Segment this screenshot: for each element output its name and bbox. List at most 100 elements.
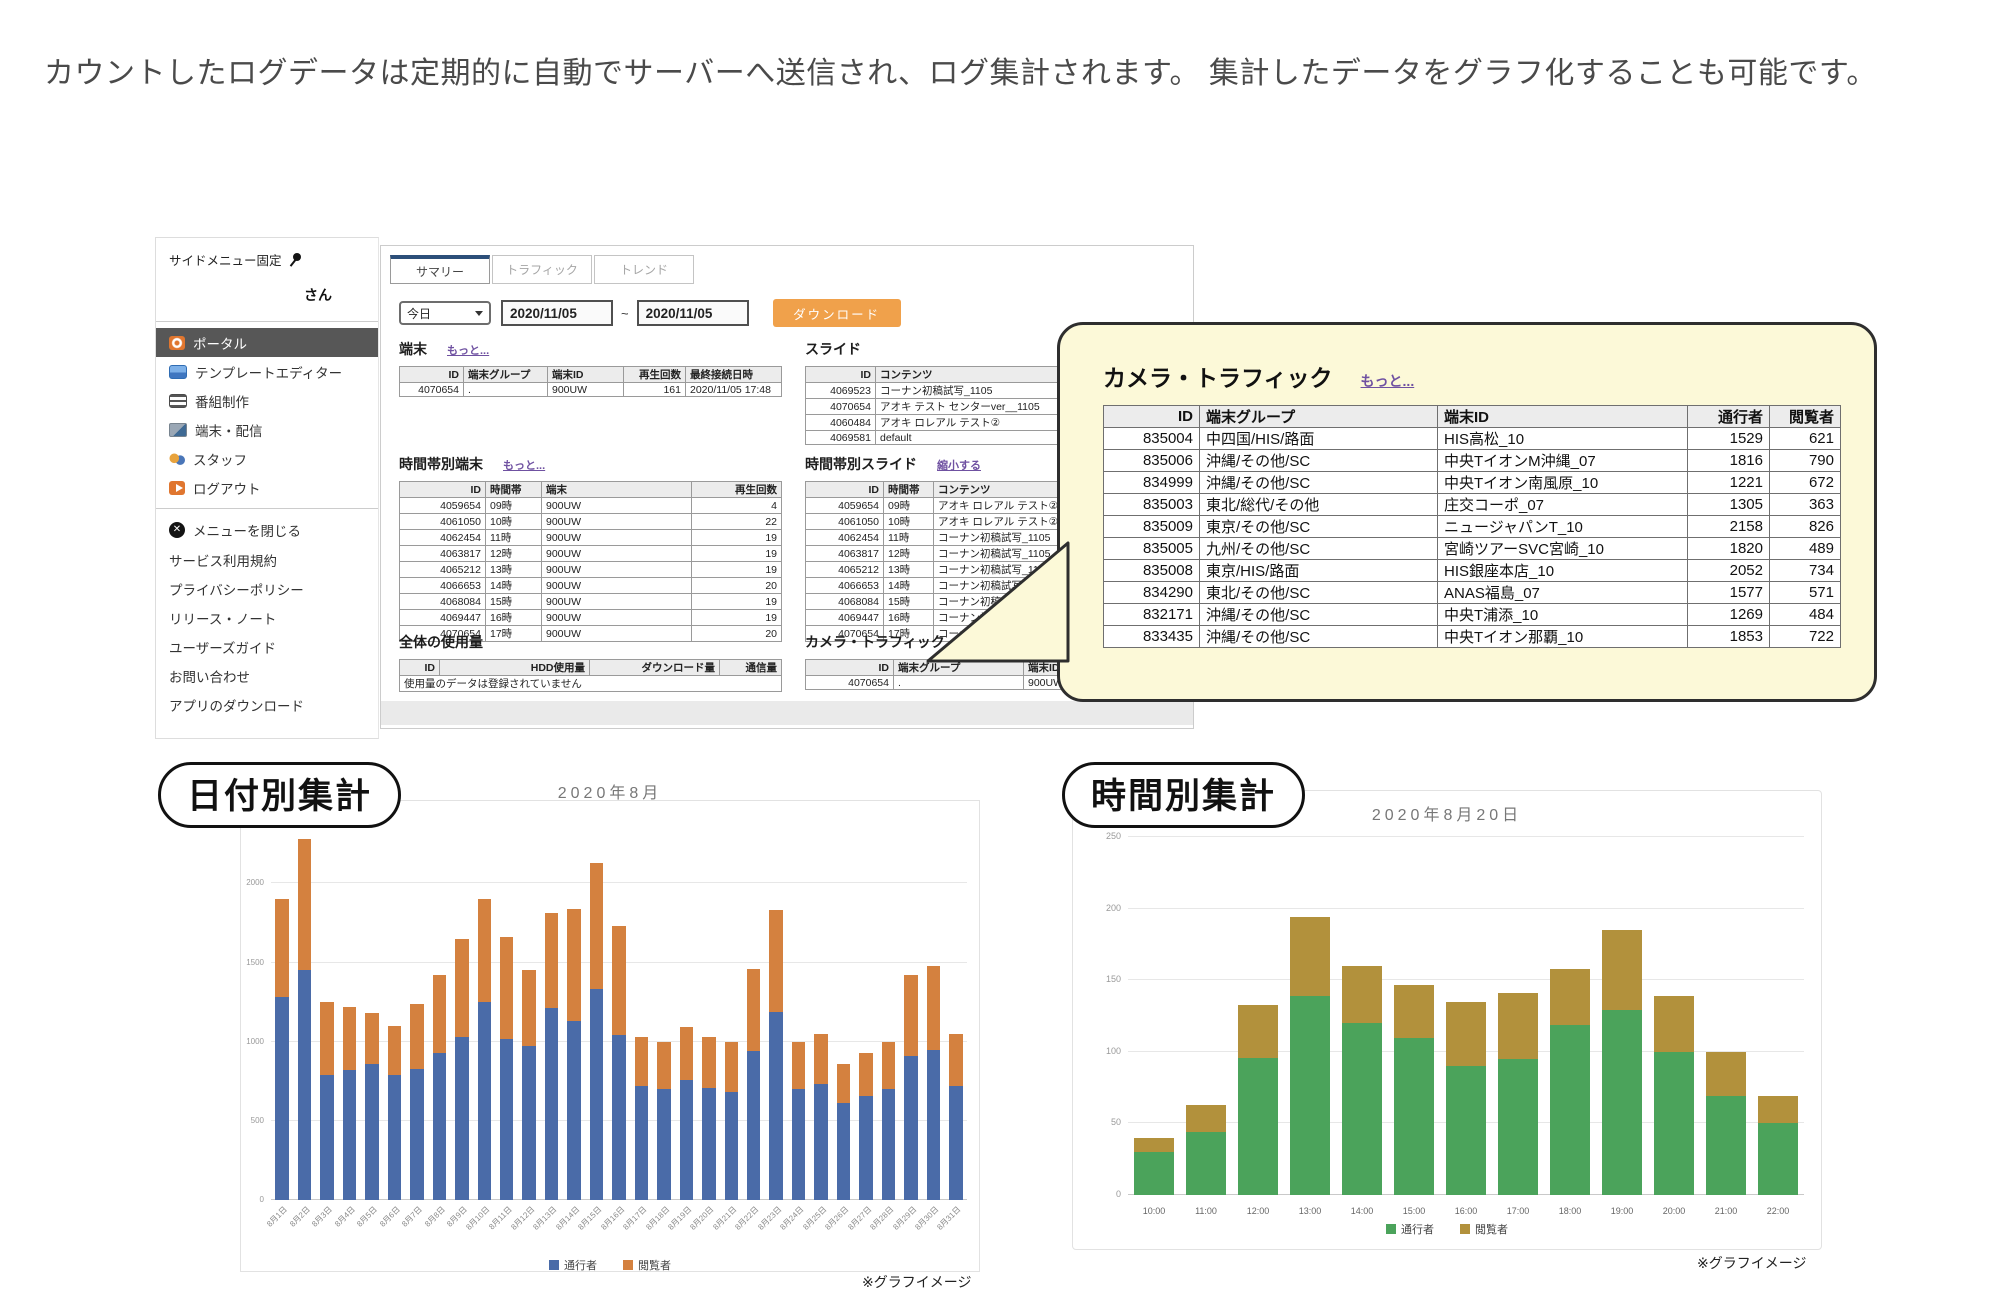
sidebar-footer-links: サービス利用規約プライバシーポリシーリリース・ノートユーザーズガイドお問い合わせ… bbox=[156, 545, 378, 719]
y-tick-label: 150 bbox=[1106, 974, 1121, 984]
bar-slot bbox=[473, 820, 495, 1200]
table-cell: 沖縄/その他/SC bbox=[1200, 472, 1438, 494]
sidebar-item-portal[interactable]: ポータル bbox=[156, 328, 378, 357]
more-link[interactable]: もっと... bbox=[447, 342, 489, 358]
bar-slot bbox=[496, 820, 518, 1200]
y-tick-label: 2000 bbox=[246, 878, 264, 887]
hourly-chart: 2020年8月20日 050100150200250 10:0011:0012:… bbox=[1072, 790, 1822, 1250]
bar-segment-閲覧者 bbox=[500, 937, 513, 1038]
table-cell: 沖縄/その他/SC bbox=[1200, 604, 1438, 626]
legend-swatch bbox=[1460, 1224, 1470, 1234]
table-row: 835006沖縄/その他/SC中央TイオンM沖縄_071816790 bbox=[1104, 450, 1841, 472]
legend-swatch bbox=[623, 1260, 633, 1270]
sidebar-pin-row[interactable]: サイドメニュー固定 bbox=[156, 238, 378, 269]
tab-トレンド[interactable]: トレンド bbox=[594, 255, 694, 284]
table-cell: 10時 bbox=[486, 514, 542, 530]
bar-slot bbox=[383, 820, 405, 1200]
table-row: 406665314時900UW20 bbox=[400, 578, 782, 594]
logout-icon bbox=[169, 481, 185, 495]
x-axis-labels: 10:0011:0012:0013:0014:0015:0016:0017:00… bbox=[1128, 1201, 1804, 1217]
bar-slot bbox=[743, 820, 765, 1200]
sidebar-item-label: ポータル bbox=[193, 333, 247, 353]
bar-slot bbox=[1180, 823, 1232, 1195]
sidebar-item-device[interactable]: 端末・配信 bbox=[156, 415, 378, 444]
bar-20:00 bbox=[1654, 996, 1695, 1195]
sidebar-link[interactable]: リリース・ノート bbox=[156, 603, 378, 632]
table-cell: 4062454 bbox=[400, 530, 486, 546]
table-row: 4070654.900UW1612020/11/05 17:48 bbox=[400, 383, 782, 397]
sidebar-link[interactable]: ユーザーズガイド bbox=[156, 632, 378, 661]
bar-segment-閲覧者 bbox=[814, 1034, 827, 1085]
table-cell: 489 bbox=[1770, 538, 1841, 560]
more-link[interactable]: もっと... bbox=[1361, 371, 1415, 391]
sidebar-item-program[interactable]: 番組制作 bbox=[156, 386, 378, 415]
sidebar-item-close-menu[interactable]: メニューを閉じる bbox=[156, 515, 378, 545]
table-cell: 4066653 bbox=[806, 578, 884, 594]
table-cell: 20 bbox=[692, 578, 782, 594]
bar-segment-通行者 bbox=[814, 1084, 827, 1200]
sidebar-link[interactable]: お問い合わせ bbox=[156, 661, 378, 690]
bar-13:00 bbox=[1290, 917, 1331, 1195]
sidebar-link[interactable]: サービス利用規約 bbox=[156, 545, 378, 574]
data-table: ID端末グループ端末ID再生回数最終接続日時4070654.900UW16120… bbox=[399, 366, 782, 397]
column-header: ID bbox=[806, 367, 876, 383]
staff-icon bbox=[169, 452, 185, 466]
period-select[interactable]: 今日 bbox=[399, 301, 491, 325]
tab-サマリー[interactable]: サマリー bbox=[390, 255, 490, 284]
column-header: 端末ID bbox=[1438, 406, 1688, 428]
date-from-input[interactable]: 2020/11/05 bbox=[501, 300, 613, 326]
section-title: スライド bbox=[805, 339, 861, 359]
more-link[interactable]: もっと... bbox=[503, 457, 545, 473]
bar-segment-通行者 bbox=[1290, 996, 1331, 1195]
sidebar-item-staff[interactable]: スタッフ bbox=[156, 444, 378, 473]
bar-segment-閲覧者 bbox=[725, 1042, 738, 1093]
table-row: 835003東北/総代/その他庄交コーポ_071305363 bbox=[1104, 494, 1841, 516]
table-cell: 900UW bbox=[542, 514, 692, 530]
bar-segment-閲覧者 bbox=[1238, 1005, 1279, 1058]
bar-8月10日 bbox=[478, 899, 491, 1200]
bar-8月5日 bbox=[365, 1013, 378, 1200]
legend-item-閲覧者: 閲覧者 bbox=[623, 1257, 671, 1273]
bars bbox=[271, 820, 967, 1200]
bar-slot bbox=[765, 820, 787, 1200]
table-cell: 16時 bbox=[486, 610, 542, 626]
table-cell: 19 bbox=[692, 610, 782, 626]
filter-controls: 今日 2020/11/05 ~ 2020/11/05 ダウンロード bbox=[399, 299, 901, 327]
table-cell: 835006 bbox=[1104, 450, 1200, 472]
camera-traffic-callout: カメラ・トラフィック もっと... ID端末グループ端末ID通行者閲覧者8350… bbox=[1057, 322, 1877, 702]
tab-トラフィック[interactable]: トラフィック bbox=[492, 255, 592, 284]
bar-21:00 bbox=[1706, 1052, 1747, 1195]
sidebar-item-label: スタッフ bbox=[193, 449, 247, 469]
bar-slot bbox=[630, 820, 652, 1200]
bar-segment-通行者 bbox=[590, 989, 603, 1200]
x-tick-label: 22:00 bbox=[1767, 1206, 1790, 1216]
y-tick-label: 1000 bbox=[246, 1037, 264, 1046]
bar-slot bbox=[900, 820, 922, 1200]
sidebar-item-logout[interactable]: ログアウト bbox=[156, 473, 378, 502]
table-cell: 1269 bbox=[1688, 604, 1770, 626]
sidebar-link[interactable]: アプリのダウンロード bbox=[156, 690, 378, 719]
portal-icon bbox=[169, 336, 185, 350]
table-cell: 4069447 bbox=[806, 610, 884, 626]
x-tick-label: 19:00 bbox=[1611, 1206, 1634, 1216]
table-cell: 19 bbox=[692, 562, 782, 578]
bar-segment-閲覧者 bbox=[792, 1042, 805, 1090]
chevron-down-icon bbox=[475, 311, 483, 316]
bar-segment-通行者 bbox=[1238, 1058, 1279, 1195]
bar-segment-閲覧者 bbox=[1706, 1052, 1747, 1096]
shrink-link[interactable]: 縮小する bbox=[937, 457, 981, 473]
section-title: 端末 bbox=[399, 339, 427, 359]
table-cell: 19 bbox=[692, 546, 782, 562]
bar-8月30日 bbox=[927, 966, 940, 1200]
sidebar-item-template[interactable]: テンプレートエディター bbox=[156, 357, 378, 386]
download-button[interactable]: ダウンロード bbox=[773, 299, 901, 327]
table-cell: 900UW bbox=[542, 578, 692, 594]
table-cell: 沖縄/その他/SC bbox=[1200, 450, 1438, 472]
table-cell: 東北/その他/SC bbox=[1200, 582, 1438, 604]
date-to-input[interactable]: 2020/11/05 bbox=[637, 300, 749, 326]
table-cell: 4066653 bbox=[400, 578, 486, 594]
bar-segment-閲覧者 bbox=[927, 966, 940, 1050]
bar-segment-閲覧者 bbox=[1394, 985, 1435, 1038]
table-cell: 734 bbox=[1770, 560, 1841, 582]
sidebar-link[interactable]: プライバシーポリシー bbox=[156, 574, 378, 603]
